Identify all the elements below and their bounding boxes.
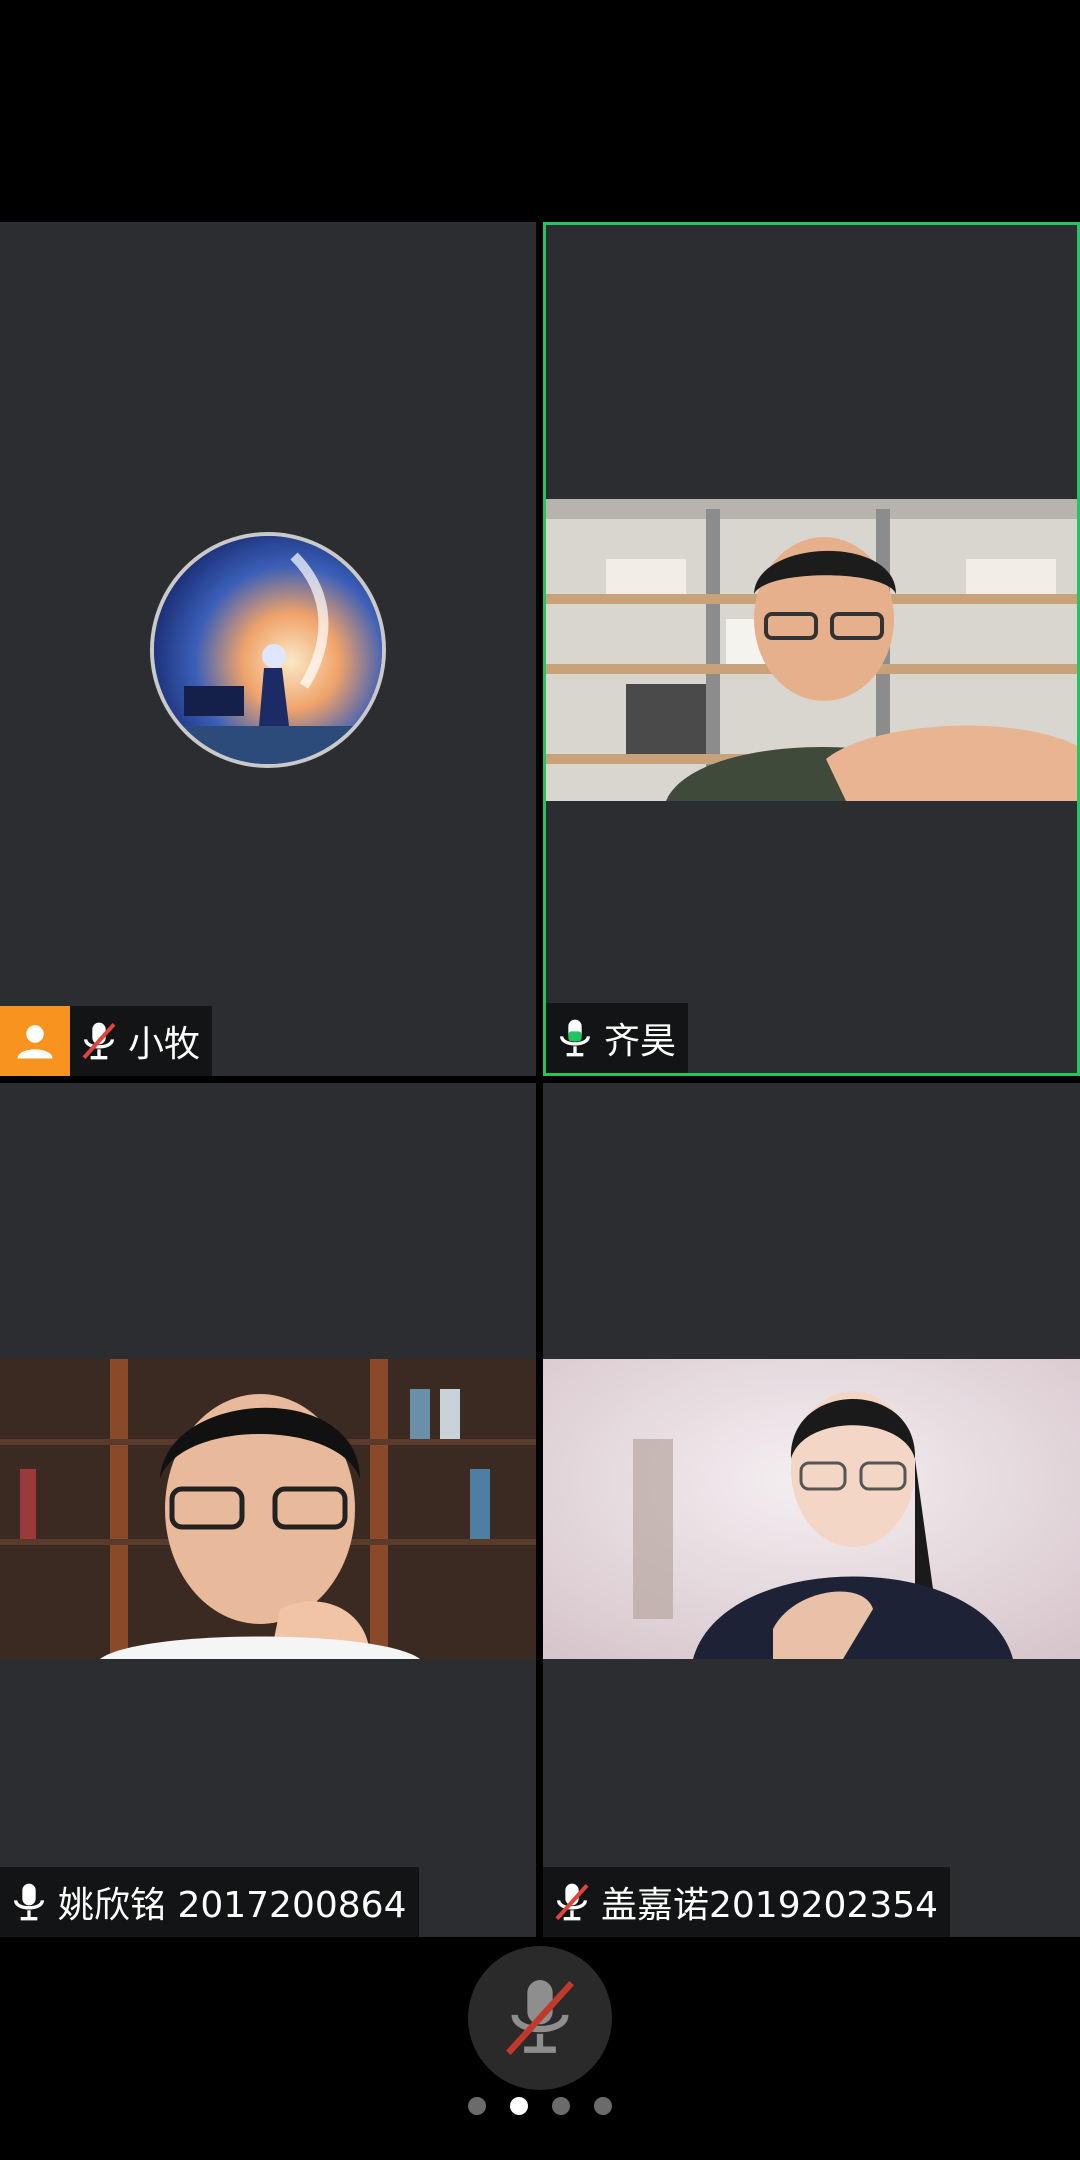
participant-namebar: 姚欣铭 2017200864: [0, 1867, 419, 1937]
participant-name: 盖嘉诺2019202354: [601, 1885, 939, 1926]
mute-toggle-button[interactable]: [468, 1946, 612, 2090]
mic-muted-icon: [70, 1006, 128, 1076]
participant-namebar: 盖嘉诺2019202354: [543, 1867, 951, 1937]
mic-active-icon: [546, 1003, 604, 1073]
page-dot-2[interactable]: [510, 2097, 528, 2115]
participant-name: 齐昊: [604, 1021, 677, 1062]
page-indicator[interactable]: [0, 2097, 1080, 2115]
participant-name: 姚欣铭 2017200864: [58, 1885, 407, 1926]
page-dot-1[interactable]: [468, 2097, 486, 2115]
mic-muted-icon: [505, 1980, 575, 2055]
participant-video: [543, 1359, 1080, 1659]
participant-namebar: 小牧: [0, 1006, 213, 1076]
participant-video: [0, 1359, 536, 1659]
person-icon: [17, 1025, 53, 1059]
page-dot-3[interactable]: [552, 2097, 570, 2115]
participant-tile-2[interactable]: 齐昊: [543, 222, 1080, 1076]
participant-tile-3[interactable]: 姚欣铭 2017200864: [0, 1083, 536, 1937]
participant-video: [546, 499, 1077, 801]
mic-on-icon: [0, 1867, 58, 1937]
mic-muted-icon: [543, 1867, 601, 1937]
participant-namebar: 齐昊: [546, 1003, 689, 1073]
host-badge: [0, 1006, 70, 1076]
participant-name: 小牧: [128, 1024, 201, 1065]
page-dot-4[interactable]: [594, 2097, 612, 2115]
participant-tile-1[interactable]: 小牧: [0, 222, 536, 1076]
participant-tile-4[interactable]: 盖嘉诺2019202354: [543, 1083, 1080, 1937]
participant-avatar: [150, 532, 386, 768]
